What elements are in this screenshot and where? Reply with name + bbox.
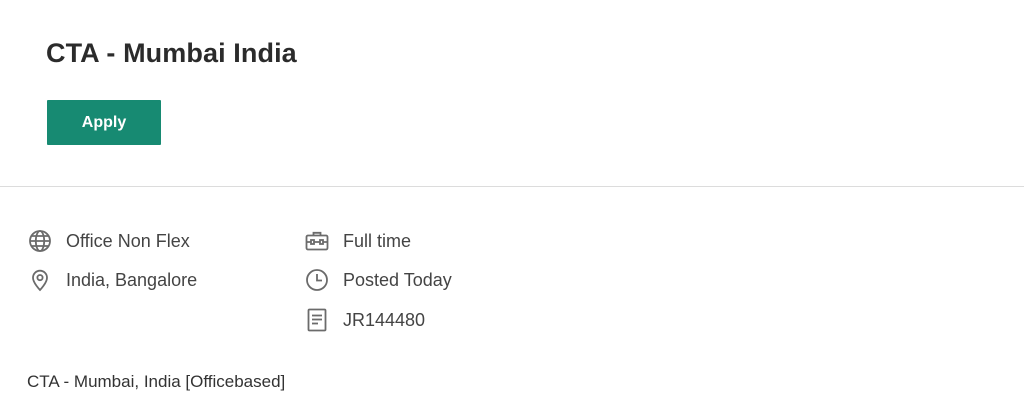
employment-type-label: Full time [343, 230, 412, 251]
requisition-item: JR144480 [305, 308, 425, 332]
job-header: CTA - Mumbai India Apply [0, 0, 1024, 186]
document-icon [305, 308, 329, 332]
job-description-text: CTA - Mumbai, India [Officebased] [27, 372, 286, 391]
job-title: CTA - Mumbai India [46, 38, 297, 68]
location-label: India, Bangalore [66, 269, 198, 290]
location-pin-icon [28, 268, 52, 292]
work-type-label: Office Non Flex [66, 230, 190, 251]
posted-item: Posted Today [305, 268, 452, 292]
posted-label: Posted Today [343, 269, 452, 290]
apply-button[interactable]: Apply [47, 100, 161, 145]
globe-icon [28, 229, 52, 253]
divider [0, 186, 1024, 187]
work-type-item: Office Non Flex [28, 229, 190, 253]
requisition-id-label: JR144480 [343, 309, 426, 330]
clock-icon [305, 268, 329, 292]
employment-type-item: Full time [305, 229, 411, 253]
briefcase-icon [305, 229, 329, 253]
location-item: India, Bangalore [28, 268, 197, 292]
